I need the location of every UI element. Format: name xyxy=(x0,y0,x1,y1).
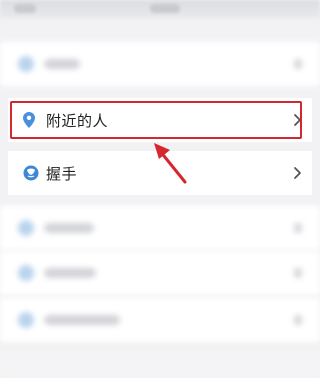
status-blob xyxy=(150,4,180,13)
status-bar-blurred xyxy=(0,0,320,18)
blurred-icon xyxy=(18,56,34,72)
blurred-chevron xyxy=(294,315,302,325)
blurred-label xyxy=(44,59,80,69)
blurred-menu-row[interactable] xyxy=(0,42,320,86)
blurred-chevron xyxy=(294,223,302,233)
blurred-label xyxy=(44,315,120,325)
blurred-label xyxy=(44,223,94,233)
blurred-label xyxy=(44,268,96,278)
blurred-chevron xyxy=(294,268,302,278)
blurred-menu-row[interactable] xyxy=(0,251,320,295)
blurred-chevron xyxy=(294,59,302,69)
highlight-box xyxy=(10,101,302,139)
blurred-icon xyxy=(18,265,34,281)
menu-item-shake[interactable]: 握手 xyxy=(8,151,312,195)
screen: 附近的人 握手 xyxy=(0,0,320,378)
blurred-icon xyxy=(18,312,34,328)
chevron-right-icon xyxy=(294,167,301,179)
blurred-footer xyxy=(0,350,320,378)
blurred-menu-row[interactable] xyxy=(0,298,320,342)
menu-item-label: 握手 xyxy=(46,164,78,183)
status-blob xyxy=(14,4,36,13)
blurred-icon xyxy=(18,220,34,236)
blurred-menu-row[interactable] xyxy=(0,206,320,250)
hand-shake-icon xyxy=(23,165,39,181)
